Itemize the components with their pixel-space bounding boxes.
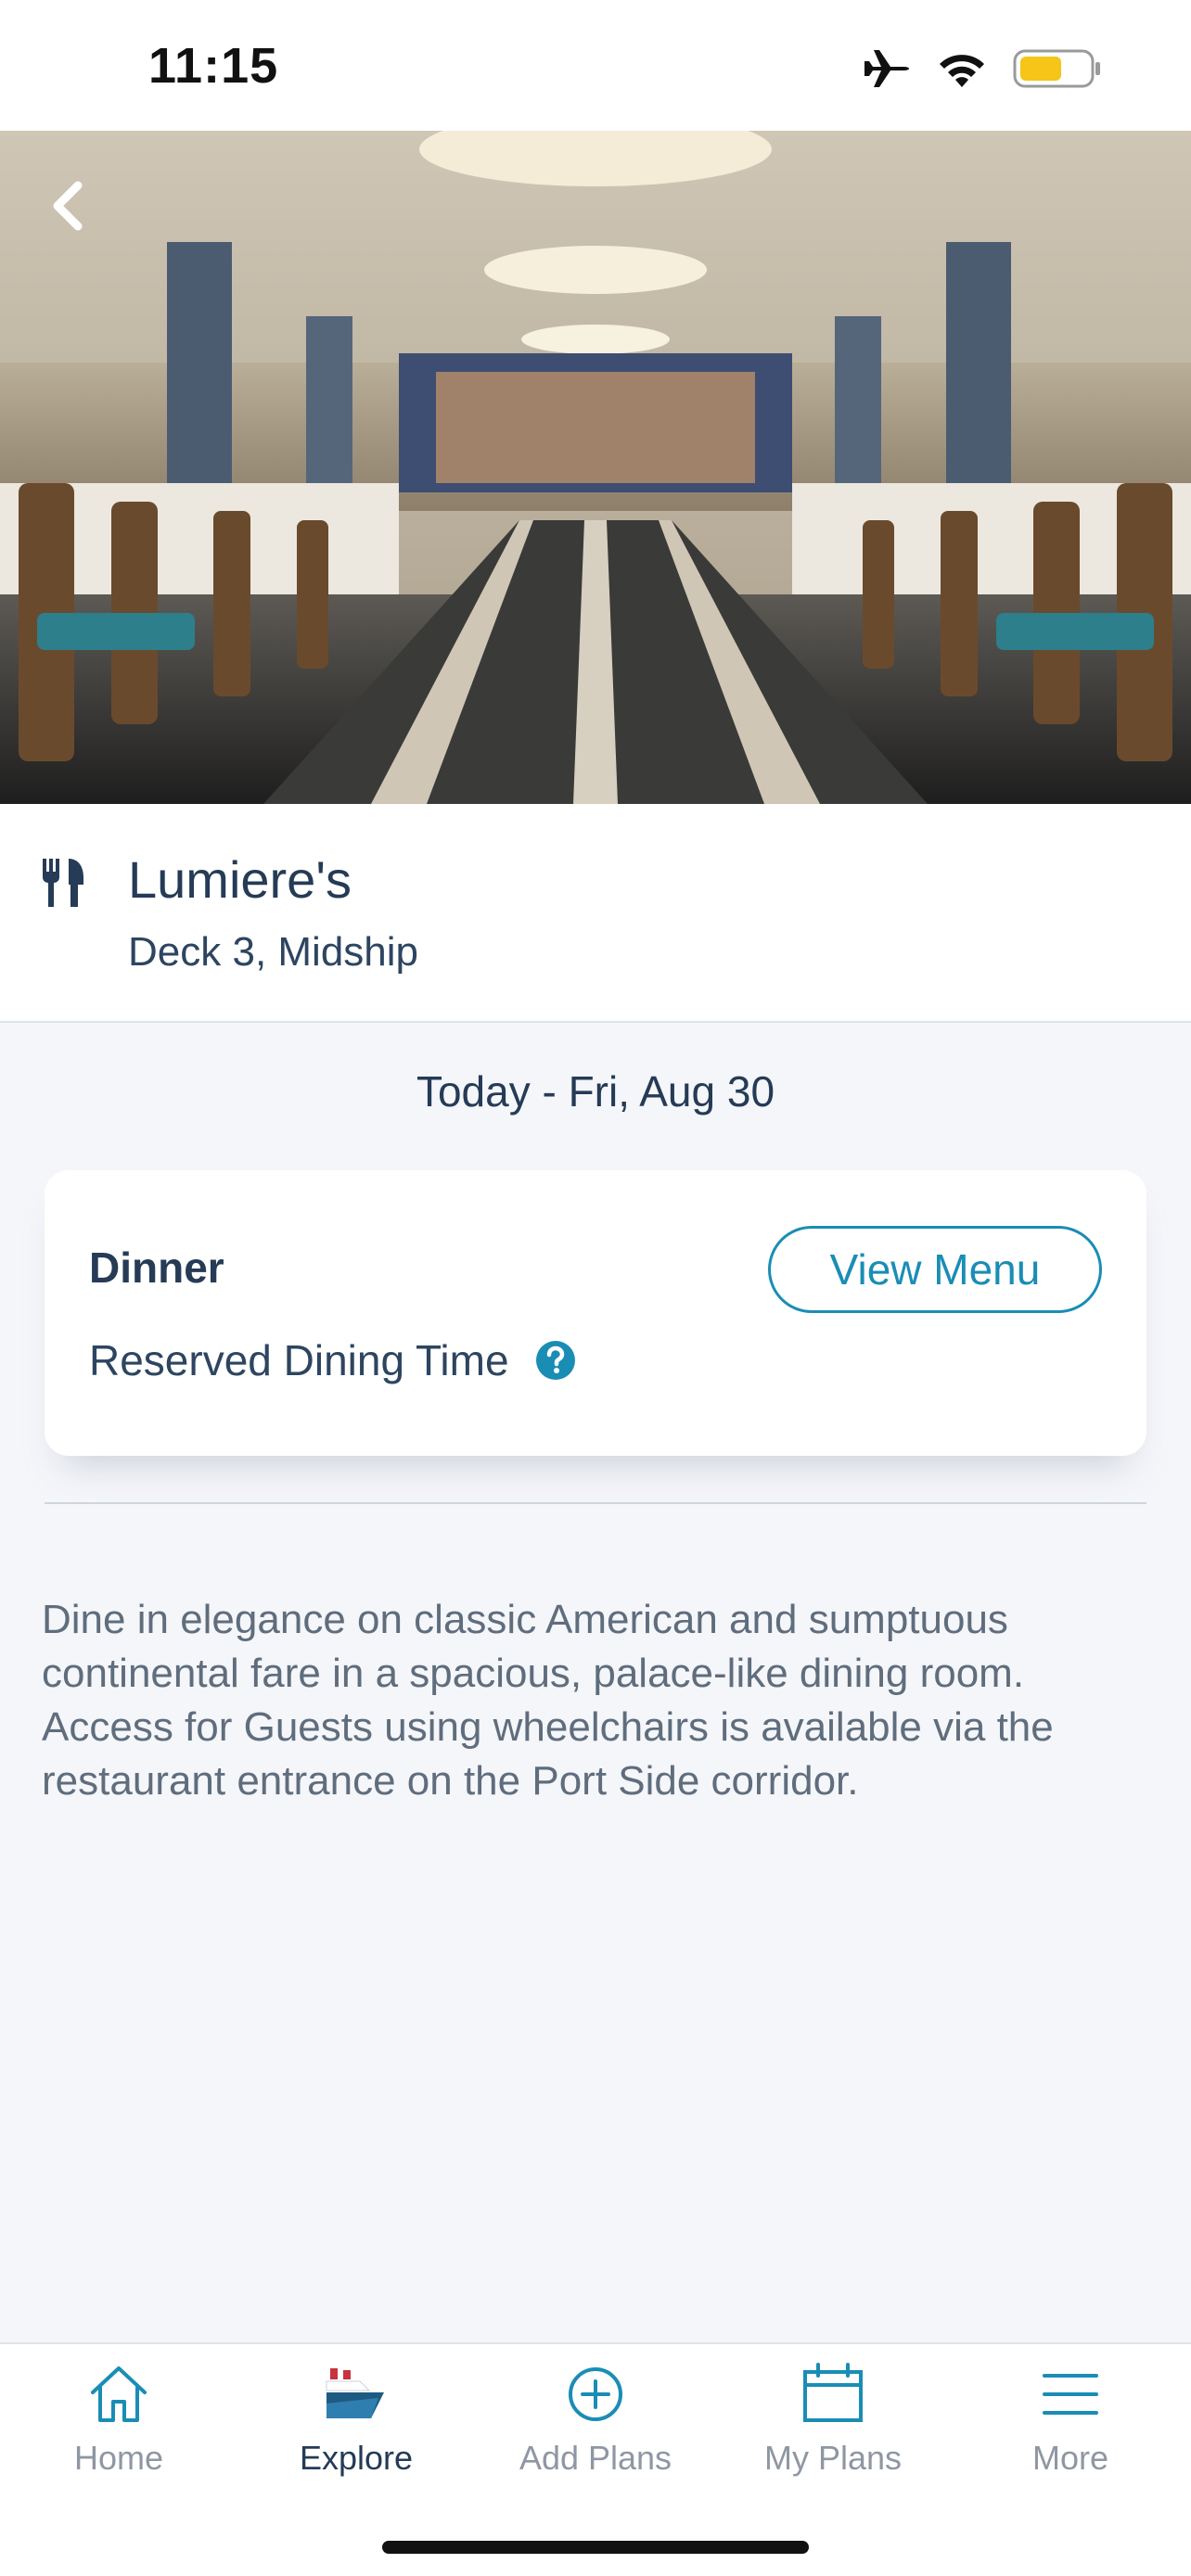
home-indicator[interactable] bbox=[382, 2541, 809, 2554]
plus-circle-icon bbox=[562, 2361, 629, 2428]
date-label: Today - Fri, Aug 30 bbox=[416, 1067, 775, 1116]
tab-label: Home bbox=[73, 2439, 164, 2477]
menu-icon bbox=[1037, 2361, 1104, 2428]
tab-my-plans[interactable]: My Plans bbox=[714, 2361, 952, 2491]
wifi-icon bbox=[935, 48, 989, 94]
question-circle-icon[interactable] bbox=[535, 1340, 576, 1381]
calendar-icon bbox=[800, 2361, 866, 2428]
tab-more[interactable]: More bbox=[952, 2361, 1189, 2491]
chevron-left-icon bbox=[53, 181, 83, 231]
venue-location: Deck 3, Midship bbox=[128, 929, 419, 975]
venue-header bbox=[0, 804, 1191, 1023]
divider bbox=[45, 1502, 1146, 1504]
reserved-dining-time-row: Reserved Dining Time bbox=[89, 1335, 576, 1385]
meal-title: Dinner bbox=[89, 1243, 224, 1292]
view-menu-button[interactable]: View Menu bbox=[768, 1226, 1102, 1313]
home-icon bbox=[85, 2361, 152, 2428]
status-time: 11:15 bbox=[148, 38, 279, 94]
venue-name: Lumiere's bbox=[128, 850, 352, 909]
airplane-icon bbox=[861, 46, 911, 96]
battery-icon bbox=[1013, 47, 1102, 95]
hero-image bbox=[0, 131, 1191, 804]
tab-label: More bbox=[1031, 2439, 1109, 2477]
ship-icon bbox=[323, 2361, 390, 2428]
tab-add-plans[interactable]: Add Plans bbox=[477, 2361, 714, 2491]
tab-explore[interactable]: Explore bbox=[237, 2361, 475, 2491]
reserved-dining-time-label: Reserved Dining Time bbox=[89, 1336, 509, 1384]
meal-card bbox=[45, 1170, 1146, 1456]
tab-label: Add Plans bbox=[519, 2439, 672, 2477]
back-button[interactable] bbox=[37, 172, 96, 239]
status-bar: 11:15 bbox=[0, 0, 1191, 131]
tab-home[interactable]: Home bbox=[0, 2361, 237, 2491]
venue-description: Dine in elegance on classic American and… bbox=[42, 1597, 1054, 1804]
tab-label: My Plans bbox=[763, 2439, 903, 2477]
utensils-icon bbox=[41, 857, 85, 909]
status-icons bbox=[861, 45, 1102, 96]
tab-label: Explore bbox=[299, 2439, 414, 2477]
